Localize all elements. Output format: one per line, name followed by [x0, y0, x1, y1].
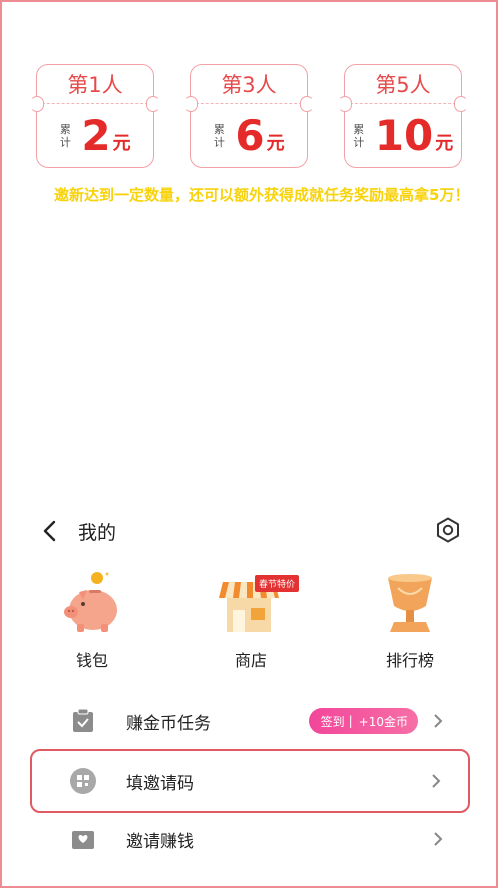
leaderboard-shortcut[interactable]: 排行榜: [360, 567, 460, 671]
wallet-shortcut[interactable]: 钱包: [42, 567, 142, 671]
reward-card-title: 第3人: [191, 65, 307, 104]
earn-coins-task-row[interactable]: 赚金币任务 签到 | +10金币: [30, 692, 470, 750]
accumulated-label: 累计: [213, 123, 225, 149]
store-label: 商店: [234, 651, 267, 670]
envelope-heart-icon: [72, 831, 94, 849]
wallet-label: 钱包: [75, 651, 108, 670]
reward-card-3: 第3人 累计 6 元: [184, 64, 314, 168]
row-label: 赚金币任务: [126, 713, 211, 734]
bonus-description: 邀新达到一定数量，还可以额外获得成就任务奖励最高拿5万！: [54, 186, 470, 204]
checkin-badge[interactable]: 签到 | +10金币: [308, 708, 418, 734]
reward-card-1: 第1人 累计 2 元: [30, 64, 160, 168]
chevron-right-icon: [434, 832, 443, 846]
coin-reward-text: +10金币: [358, 714, 408, 729]
piggy-bank-icon: [64, 572, 117, 632]
page-title: 我的: [78, 522, 117, 544]
currency-unit: 元: [112, 133, 131, 154]
qr-code-icon: [70, 768, 96, 794]
checkin-text: 签到: [320, 714, 345, 729]
currency-unit: 元: [435, 133, 454, 154]
chevron-right-icon: [432, 774, 441, 788]
gear-icon[interactable]: [434, 516, 462, 544]
accumulated-label: 累计: [59, 123, 71, 149]
accumulated-label: 累计: [353, 123, 365, 149]
invite-earn-row[interactable]: 邀请赚钱: [30, 810, 470, 868]
chevron-right-icon: [434, 714, 443, 728]
currency-unit: 元: [266, 133, 285, 154]
store-shortcut[interactable]: 春节特价 商店: [201, 567, 301, 671]
reward-amount: 6: [235, 111, 265, 160]
leaderboard-label: 排行榜: [385, 651, 434, 670]
reward-card-title: 第5人: [345, 65, 461, 104]
back-arrow-icon[interactable]: [36, 516, 66, 546]
row-label: 邀请赚钱: [126, 831, 194, 852]
spring-sale-tag: 春节特价: [255, 575, 300, 592]
trophy-icon: [388, 574, 432, 632]
reward-card-title: 第1人: [37, 65, 153, 104]
screen: 第1人 累计 2 元 第3人 累计 6 元 第5人 累计 10 元 邀新达到一定…: [0, 0, 498, 888]
reward-card-5: 第5人 累计 10 元: [338, 64, 468, 168]
enter-invite-code-row[interactable]: 填邀请码: [30, 749, 470, 813]
reward-amount: 2: [81, 111, 111, 160]
reward-amount: 10: [374, 111, 434, 160]
clipboard-check-icon: [73, 709, 93, 732]
row-label: 填邀请码: [126, 773, 194, 794]
